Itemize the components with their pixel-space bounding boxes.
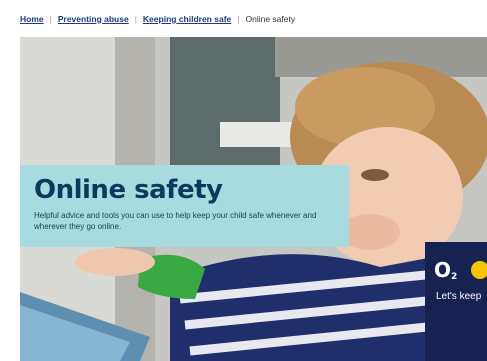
breadcrumb-separator: |	[237, 13, 240, 24]
breadcrumb-separator: |	[49, 13, 52, 24]
breadcrumb-link-preventing-abuse[interactable]: Preventing abuse	[58, 14, 129, 24]
breadcrumb: Home | Preventing abuse | Keeping childr…	[20, 0, 487, 37]
partner-tagline: Let's keep	[436, 291, 482, 302]
breadcrumb-separator: |	[134, 13, 137, 24]
hero-text-panel: Online safety Helpful advice and tools y…	[20, 165, 349, 247]
smiley-icon	[471, 261, 487, 279]
o2-logo-subscript: 2	[451, 272, 458, 282]
o2-logo-letter: O	[434, 258, 452, 282]
hero-description: Helpful advice and tools you can use to …	[34, 211, 317, 231]
breadcrumb-link-keeping-children-safe[interactable]: Keeping children safe	[143, 14, 231, 24]
page-title: Online safety	[34, 175, 223, 205]
o2-logo: O2	[434, 258, 457, 282]
breadcrumb-current: Online safety	[245, 13, 296, 24]
breadcrumb-link-home[interactable]: Home	[20, 14, 44, 24]
